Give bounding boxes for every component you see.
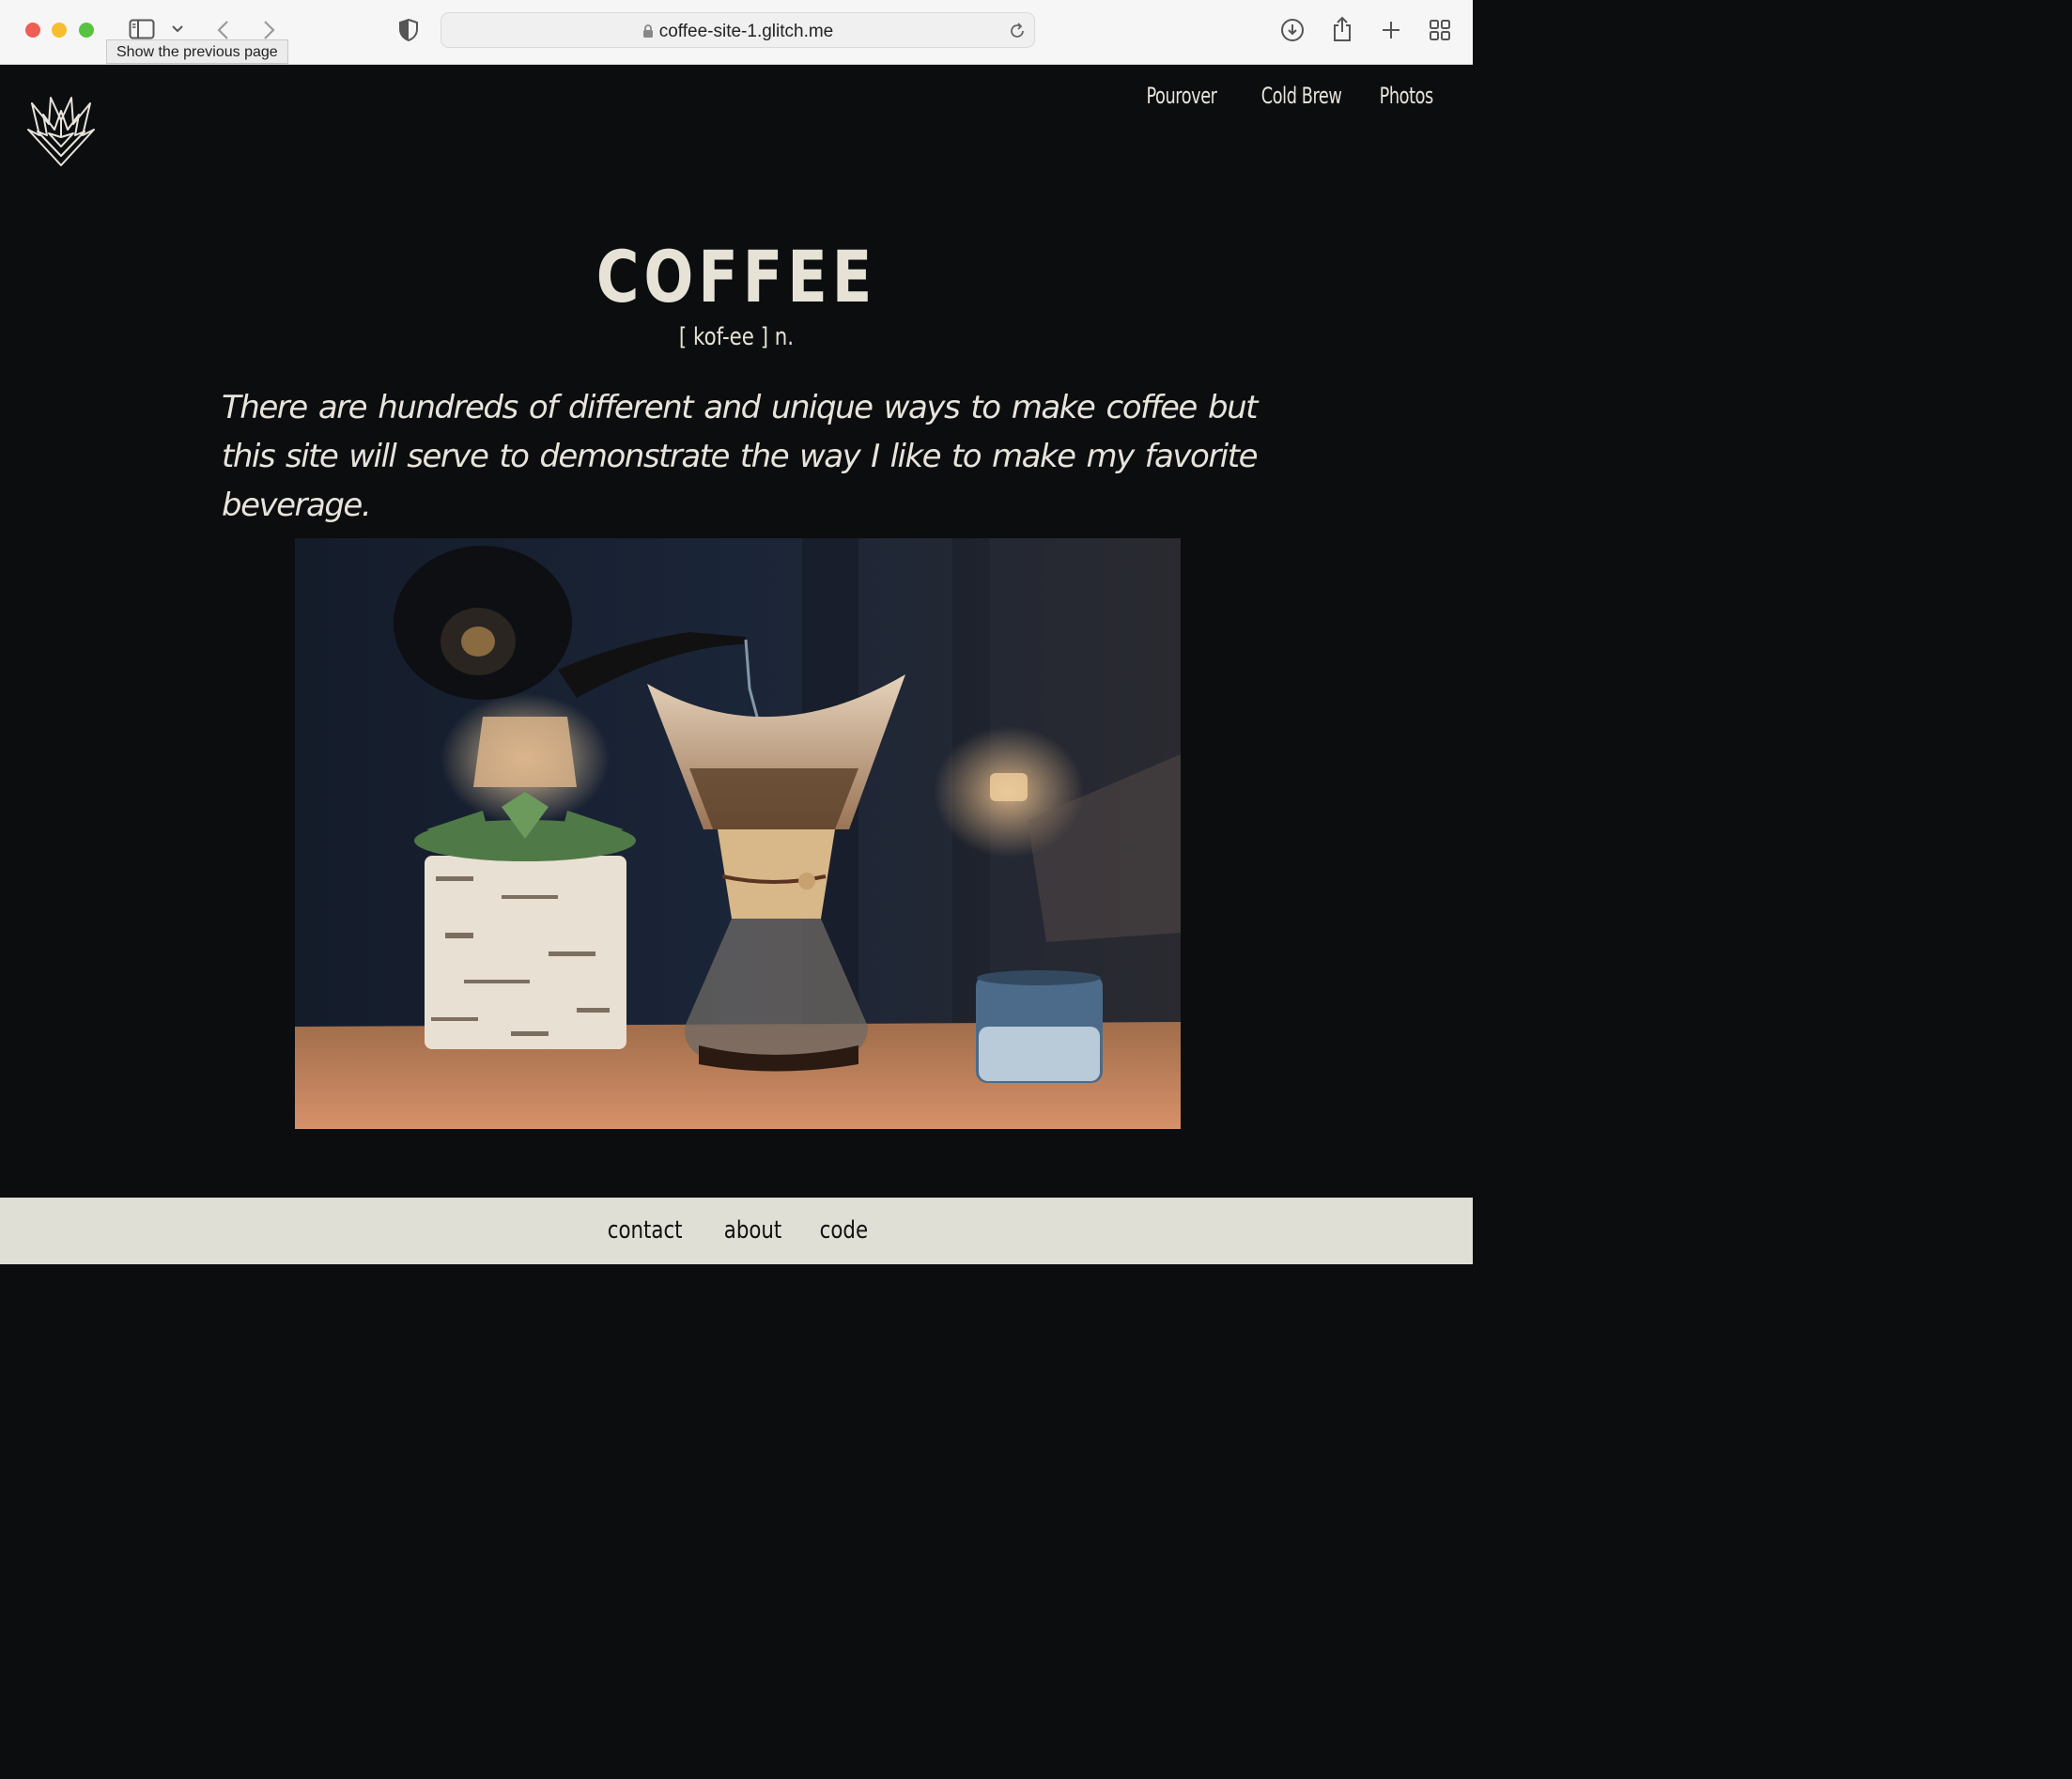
- back-button-tooltip: Show the previous page: [106, 39, 288, 64]
- close-window-button[interactable]: [25, 23, 40, 38]
- page-content: Pourover Cold Brew Photos COFFEE [ kof-e…: [0, 66, 1473, 1198]
- share-icon[interactable]: [1330, 15, 1354, 43]
- downloads-icon[interactable]: [1279, 17, 1306, 43]
- page-title: COFFEE: [595, 235, 877, 318]
- minimize-window-button[interactable]: [52, 23, 67, 38]
- nav-link-photos[interactable]: Photos: [1380, 83, 1434, 109]
- footer-link-code[interactable]: code: [819, 1216, 867, 1245]
- footer-link-contact[interactable]: contact: [608, 1216, 683, 1245]
- zoom-window-button[interactable]: [79, 23, 94, 38]
- privacy-shield-icon[interactable]: [396, 17, 421, 43]
- tab-overview-icon[interactable]: [1428, 18, 1452, 42]
- address-bar[interactable]: coffee-site-1.glitch.me: [441, 12, 1035, 48]
- site-logo-icon[interactable]: [23, 90, 100, 172]
- reload-icon[interactable]: [1008, 22, 1027, 40]
- new-tab-icon[interactable]: [1379, 18, 1403, 42]
- url-value: coffee-site-1.glitch.me: [658, 22, 834, 41]
- url-text: coffee-site-1.glitch.me: [441, 22, 1034, 44]
- footer-link-about[interactable]: about: [724, 1216, 782, 1245]
- lock-icon: [642, 23, 654, 44]
- site-footer: contact about code: [0, 1198, 1473, 1264]
- nav-link-cold-brew[interactable]: Cold Brew: [1260, 83, 1341, 109]
- footer-links: contact about code: [0, 1216, 1473, 1245]
- nav-link-pourover[interactable]: Pourover: [1147, 83, 1217, 109]
- chevron-down-icon[interactable]: [169, 21, 186, 38]
- main-nav: Pourover Cold Brew Photos: [1131, 83, 1434, 109]
- hero-photo: [295, 538, 1181, 1129]
- intro-text: There are hundreds of different and uniq…: [222, 389, 1259, 524]
- pronunciation: [ kof-ee ] n.: [678, 323, 795, 351]
- sidebar-toggle-icon[interactable]: [128, 17, 156, 41]
